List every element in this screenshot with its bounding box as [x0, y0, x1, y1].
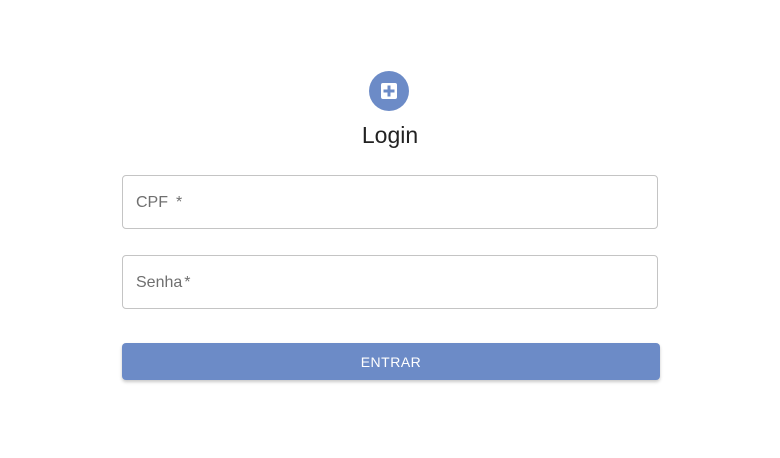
cpf-input[interactable]: [123, 176, 657, 228]
senha-input[interactable]: [123, 256, 657, 308]
senha-field[interactable]: Senha *: [122, 255, 658, 309]
login-page: Login CPF * Senha * ENTRAR: [0, 0, 780, 458]
medical-plus-icon: [369, 71, 409, 111]
cpf-field[interactable]: CPF *: [122, 175, 658, 229]
entrar-button[interactable]: ENTRAR: [122, 343, 660, 380]
plus-square-icon: [381, 83, 397, 99]
page-title: Login: [361, 122, 419, 148]
